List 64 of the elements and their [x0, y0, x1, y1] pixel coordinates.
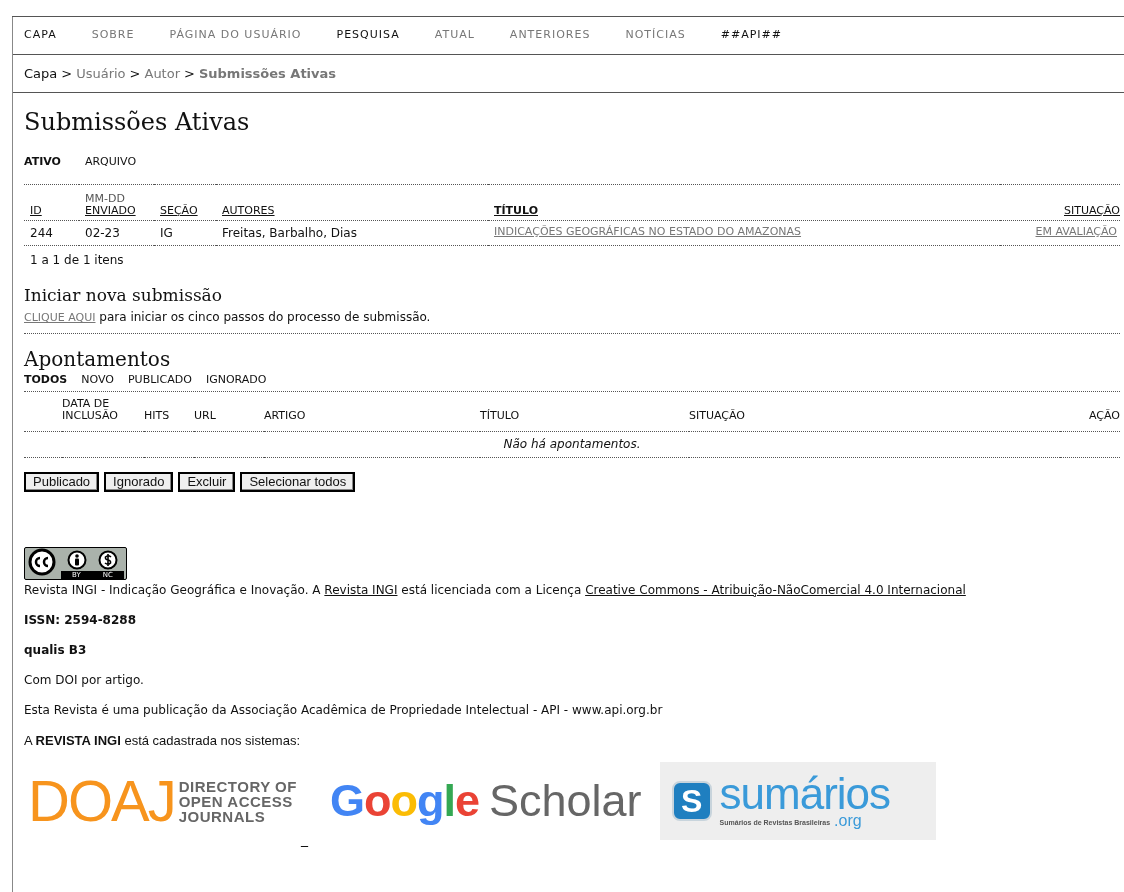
nav-link[interactable]: SOBRE — [91, 27, 135, 44]
non-commercial-icon — [98, 549, 119, 570]
breadcrumb-separator: > — [184, 64, 195, 83]
attribution-icon — [66, 549, 87, 570]
nav-link[interactable]: NOTÍCIAS — [625, 27, 686, 44]
breadcrumb-separator: > — [61, 64, 73, 83]
section-heading: Iniciar nova submissão — [24, 283, 223, 307]
nav-link[interactable]: PESQUISA — [336, 27, 400, 44]
column-sort-link[interactable]: AUTORES — [222, 204, 275, 217]
breadcrumb-link[interactable]: Capa — [24, 63, 58, 84]
column-header: AÇÃO — [1089, 409, 1120, 422]
column-header: SITUAÇÃO — [689, 409, 745, 422]
column-header: DATA DE INCLUSÃO — [62, 398, 119, 422]
nav-link[interactable]: ##API## — [720, 27, 782, 44]
publisher-text: Esta Revista é uma publicação da Associação Acadêmica de Propriedade Intelectual - API - www.api.org.br — [24, 701, 664, 719]
column-header: HITS — [144, 409, 170, 422]
breadcrumb-separator: > — [129, 64, 141, 83]
status-link[interactable]: EM AVALIAÇÃO — [1035, 225, 1117, 239]
license-text: Revista INGI - Indicação Geográfica e Inovação. A Revista INGI está licenciada com a Licença Creative Commons - Atribuição-NãoComercial 4.0 Internacional — [24, 581, 967, 599]
nav-link[interactable]: PÁGINA DO USUÁRIO — [169, 27, 302, 44]
new-submission-text: CLIQUE AQUI para iniciar os cinco passos do processo de submissão. — [24, 308, 1120, 334]
pagination-count: 1 a 1 de 1 itens — [29, 251, 125, 269]
tab[interactable]: ARQUIVO — [84, 154, 137, 171]
license-link[interactable]: Creative Commons - Atribuição-NãoComercial 4.0 Internacional — [585, 582, 966, 597]
column-sort-link[interactable]: ID — [30, 204, 42, 217]
action-button[interactable]: Selecionar todos — [240, 471, 356, 492]
action-button[interactable]: Publicado — [24, 471, 100, 492]
column-header: TÍTULO — [480, 409, 520, 422]
page-title: Submissões Ativas — [24, 107, 251, 138]
qualis-text: qualis B3 — [24, 641, 88, 659]
column-header: URL — [194, 409, 216, 422]
issn-text: ISSN: 2594-8288 — [24, 611, 137, 629]
column-sort-link[interactable]: SEÇÃO — [160, 204, 198, 217]
license-link[interactable]: Revista INGI — [324, 582, 398, 597]
action-button[interactable]: Excluir — [178, 471, 236, 492]
section-heading: Apontamentos — [24, 345, 172, 372]
nav-link[interactable]: CAPA — [24, 27, 57, 44]
tab[interactable]: ATIVO — [24, 154, 61, 171]
breadcrumb-link[interactable]: Usuário — [76, 63, 126, 84]
column-sort-link[interactable]: SITUAÇÃO — [1064, 204, 1120, 217]
table-cell: IG — [160, 225, 173, 240]
title-link[interactable]: INDICAÇÕES GEOGRÁFICAS NO ESTADO DO AMAZONAS — [494, 225, 802, 239]
table-cell: Freitas, Barbalho, Dias — [222, 225, 357, 240]
breadcrumb-link[interactable]: Submissões Ativas — [198, 63, 337, 84]
column-header: ARTIGO — [264, 409, 306, 422]
tab[interactable]: NOVO — [81, 371, 114, 388]
column-sort-link[interactable]: TÍTULO — [494, 204, 538, 217]
tab[interactable]: PUBLICADO — [127, 371, 192, 388]
start-link[interactable]: CLIQUE AQUI — [24, 311, 96, 324]
tab[interactable]: IGNORADO — [205, 371, 267, 388]
column-sort-link[interactable]: ENVIADO — [85, 204, 136, 217]
table-cell: 244 — [30, 225, 53, 240]
underscore-mark: _ — [300, 830, 308, 849]
table-cell: 02-23 — [85, 225, 120, 240]
tab[interactable]: TODOS — [24, 371, 68, 388]
nav-link[interactable]: ATUAL — [434, 27, 475, 44]
google-scholar-logo: Google Scholar — [329, 776, 642, 826]
empty-message: Não há apontamentos. — [503, 437, 641, 451]
doi-text: Com DOI por artigo. — [24, 671, 145, 689]
indexing-text: A REVISTA INGI está cadastrada nos sistemas: — [24, 731, 301, 750]
nav-link[interactable]: ANTERIORES — [509, 27, 591, 44]
action-button[interactable]: Ignorado — [104, 471, 174, 492]
column-note: MM-DD — [85, 192, 125, 205]
breadcrumb-link[interactable]: Autor — [144, 63, 180, 84]
